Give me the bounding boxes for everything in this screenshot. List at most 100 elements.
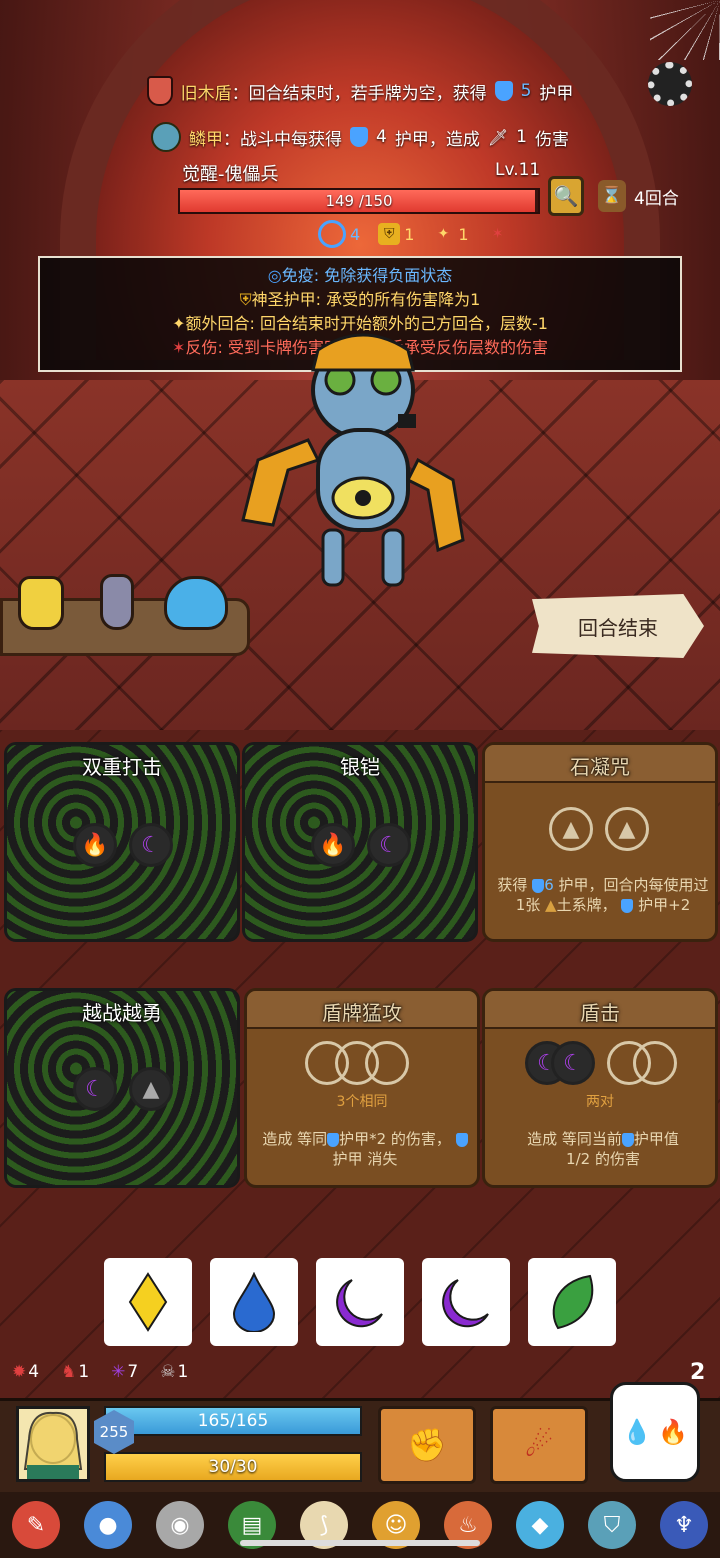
reroll-dice-button[interactable]: 💧 🔥 [610,1382,700,1482]
effect-spark[interactable]: ✳ 7 [111,1362,138,1382]
relic-bar: ✎ ● ◉ ▤ ⟆ ☺ ♨ ◆ ⛉ ♆ [0,1492,720,1558]
purple-moon-icon [442,1279,489,1328]
fireball-icon: ☄ [524,1426,554,1464]
yellow-potion-icon[interactable] [18,576,64,630]
desc-part: 护甲 消失 [332,1150,398,1168]
card-silver-armor[interactable]: 银铠 🔥 ☾ [242,742,478,942]
relic-value-2: 1 [516,127,527,147]
enemy-hp-bar: 149 /150 [178,188,540,214]
scale-armor-icon[interactable]: ⛉ [588,1501,636,1549]
status-immunity[interactable]: 4 [318,220,360,248]
effect-rage[interactable]: ♞ 1 [61,1362,89,1382]
relic-description-old-wood-shield: 旧木盾：回合结束时，若手牌为空，获得 5 护甲 [0,76,720,106]
effect-value: 4 [28,1362,40,1382]
armor-shield-icon [621,898,634,913]
tooltip-text: : 承受的所有伤害降为1 [315,290,481,309]
empty-slot-icon[interactable] [365,1041,409,1085]
coin-icon[interactable]: ◉ [156,1501,204,1549]
hourglass-icon: ⌛ [598,180,626,212]
tooltip-key: 免疫 [281,266,314,285]
earth-slot-icon[interactable]: ▲ [129,1067,173,1111]
scale-armor-icon [151,122,182,152]
tooltip-text: : 免除获得负面状态 [313,266,453,285]
spider-web-decoration [650,0,720,60]
holy-armor-icon: ⛨ [378,223,401,245]
moon-slot-icon[interactable]: ☾ [367,823,411,867]
dice-yellow-diamond[interactable] [104,1258,192,1346]
player-hp-text: 165/165 [197,1411,269,1431]
relic-text: ：战斗中每获得 [223,129,343,150]
dice-purple-moon[interactable] [422,1258,510,1346]
player-energy-bar: 30/30 [104,1452,362,1482]
end-turn-button[interactable]: 回合结束 [532,594,704,658]
armor-shield-icon [532,878,545,893]
home-indicator [240,1540,480,1546]
fire-slot-icon[interactable]: 🔥 [73,823,117,867]
card-shield-bash-assault[interactable]: 盾牌猛攻 3个相同 造成 等同 护甲*2 的伤害， 护甲 消失 [244,988,480,1188]
mushroom-icon[interactable]: ● [84,1501,132,1549]
player-portrait-avatar[interactable] [16,1406,90,1482]
dice-blue-drop[interactable] [210,1258,298,1346]
earth-slot-icon[interactable]: ▲ [605,807,649,851]
effect-value: 7 [127,1362,139,1382]
feather-icon[interactable]: ✎ [12,1501,60,1549]
moon-slot-icon[interactable]: ☾ [551,1041,595,1085]
enemy-golem-sprite[interactable] [238,330,488,600]
desc-part: 造成 等同 [262,1130,328,1148]
desc-part: 土系牌， [556,896,617,914]
relic-text: ：回合结束时，若手牌为空，获得 [231,83,487,104]
card-shield-strike[interactable]: 盾击 ☾ ☾ 两对 造成 等同当前 护甲值 1/2 的伤害 [482,988,718,1188]
earth-icon: ▲ [545,896,557,914]
blue-potion-icon[interactable] [164,576,228,630]
immunity-icon: ◎ [267,266,282,285]
relic-description-scale-armor: 鳞甲：战斗中每获得 4 护甲，造成 🗡 1 伤害 [0,122,720,152]
purple-moon-icon [336,1279,383,1328]
desc-part: 护甲值 [633,1130,679,1148]
status-value: 1 [404,224,415,244]
settings-gear-icon[interactable] [648,62,692,106]
yellow-diamond-icon [128,1272,168,1332]
reroll-count: 2 [690,1360,706,1385]
enemy-name: 觉醒-傀儡兵 [182,164,279,185]
card-stone-curse[interactable]: 石凝咒 ▲ ▲ 获得 6 护甲，回合内每使用过1张 ▲土系牌， 护甲+2 [482,742,718,942]
player-hp-bar: 165/165 [104,1406,362,1436]
relic-value: 5 [520,81,532,101]
status-value: 4 [350,224,361,244]
earth-slot-icon[interactable]: ▲ [549,807,593,851]
purple-potion-icon[interactable] [100,574,134,630]
armor-shield-icon [350,127,369,147]
card-requirement: 两对 [586,1094,614,1110]
dice-green-leaf[interactable] [528,1258,616,1346]
turn-counter-text: 4回合 [634,188,679,209]
desc-part: 护甲+2 [638,896,691,914]
effect-skull[interactable]: ☠ 1 [160,1362,188,1382]
water-face-icon: 💧 [622,1418,652,1446]
moon-slot-icon[interactable]: ☾ [73,1067,117,1111]
immunity-icon [318,220,346,248]
old-wood-shield-icon [146,76,173,106]
card-bravery[interactable]: 越战越勇 ☾ ▲ [4,988,240,1188]
turn-counter: ⌛ 4回合 [598,180,679,212]
dice-purple-moon[interactable] [316,1258,404,1346]
crystal-shield-icon[interactable]: ◆ [516,1501,564,1549]
inspect-enemy-button[interactable]: 🔍 [548,176,584,216]
holy-armor-icon: ⛨ [239,290,252,309]
fire-slot-icon[interactable]: 🔥 [311,823,355,867]
skill-punch-button[interactable]: ✊ [378,1406,476,1484]
enemy-status-row: 4 ⛨ 1 ✦ 1 ✶ [318,220,509,248]
status-holy-armor[interactable]: ⛨ 1 [378,223,414,245]
card-title: 银铠 [340,755,380,779]
demon-mask-icon[interactable]: ♆ [660,1501,708,1549]
armor-shield-icon [327,1132,340,1147]
status-reflect[interactable]: ✶ [487,223,509,245]
card-double-strike[interactable]: 双重打击 🔥 ☾ [4,742,240,942]
card-description: 造成 等同当前 护甲值 1/2 的伤害 [493,1129,713,1169]
effect-burn[interactable]: ✹ 4 [12,1362,39,1382]
status-extra-turn[interactable]: ✦ 1 [432,223,469,245]
armor-shield-icon [455,1132,468,1147]
moon-slot-icon[interactable]: ☾ [129,823,173,867]
empty-slot-icon[interactable] [633,1041,677,1085]
relic-text-mid: 护甲，造成 [394,129,480,150]
player-energy-text: 30/30 [208,1457,258,1477]
skill-fireball-button[interactable]: ☄ [490,1406,588,1484]
